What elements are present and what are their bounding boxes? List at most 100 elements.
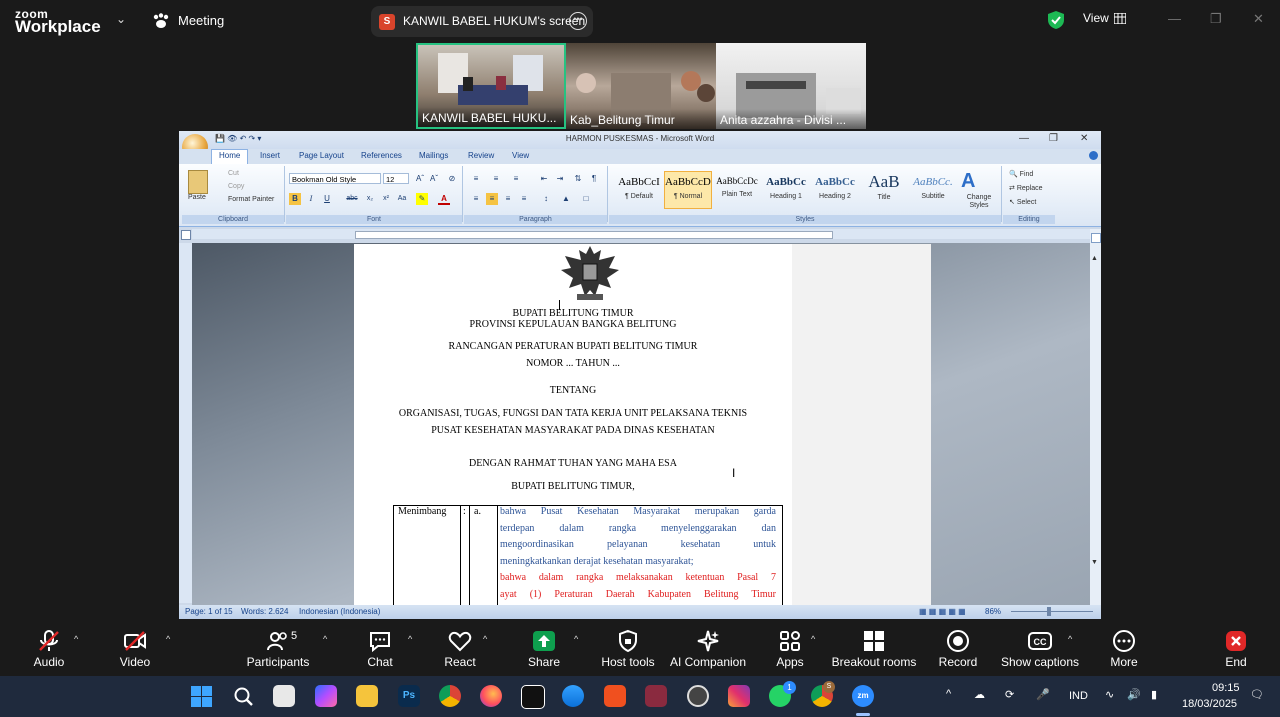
app-icon[interactable] (645, 685, 667, 707)
audio-options-chevron-icon[interactable]: ^ (74, 634, 78, 644)
style-heading-2[interactable]: AaBbCc Heading 2 (811, 171, 859, 209)
input-language[interactable]: IND (1069, 690, 1088, 702)
scroll-up-icon[interactable]: ▲ (1091, 255, 1099, 263)
meeting-menu[interactable]: Meeting (178, 13, 224, 28)
highlight-icon[interactable]: ✎ (416, 193, 428, 205)
apps-options-chevron-icon[interactable]: ^ (811, 634, 815, 644)
microphone-icon[interactable]: 🎤 (1036, 688, 1050, 701)
page-count[interactable]: Page: 1 of 15 (185, 607, 233, 616)
battery-icon[interactable]: ▮ (1151, 688, 1157, 701)
vertical-scrollbar[interactable]: ▲ ▼ (1090, 229, 1101, 605)
share-more-icon[interactable]: ••• (569, 12, 587, 30)
paste-icon[interactable] (188, 170, 208, 194)
style-subtitle[interactable]: AaBbCc. Subtitle (909, 171, 957, 209)
style-normal[interactable]: AaBbCcDc ¶ Normal (664, 171, 712, 209)
tab-selector-icon[interactable] (181, 230, 191, 240)
change-styles-button[interactable]: Change Styles (961, 194, 997, 210)
audio-button[interactable]: Audio (20, 620, 78, 676)
superscript-icon[interactable]: x² (380, 193, 392, 205)
decrease-indent-icon[interactable]: ⇤ (538, 173, 550, 185)
pilcrow-icon[interactable]: ¶ (588, 173, 600, 185)
multilevel-list-icon[interactable]: ≡ (510, 173, 522, 185)
react-button[interactable]: React (432, 620, 488, 676)
ruler-toggle-icon[interactable] (1091, 233, 1101, 243)
numbering-icon[interactable]: ≡ (490, 173, 502, 185)
underline-icon[interactable]: U (321, 193, 333, 205)
style-plain-text[interactable]: AaBbCcDc Plain Text (713, 171, 761, 209)
copilot-app-icon[interactable] (315, 685, 337, 707)
zoom-level[interactable]: 86% (985, 607, 1001, 616)
video-button[interactable]: Video (106, 620, 164, 676)
font-color-icon[interactable]: A (438, 193, 450, 205)
quick-access-toolbar[interactable]: 💾 👁 ↶ ↷ ▾ (215, 134, 261, 143)
record-button[interactable]: Record (930, 620, 986, 676)
ai-companion-button[interactable]: AI Companion (668, 620, 748, 676)
share-options-chevron-icon[interactable]: ^ (574, 634, 578, 644)
word-count[interactable]: Words: 2.624 (241, 607, 288, 616)
increase-indent-icon[interactable]: ⇥ (554, 173, 566, 185)
find-button[interactable]: 🔍 Find (1009, 170, 1033, 178)
brand-menu-chevron-icon[interactable]: ⌄ (116, 12, 126, 26)
bold-icon[interactable]: B (289, 193, 301, 205)
file-explorer-icon[interactable] (356, 685, 378, 707)
view-buttons[interactable]: ▦ ▦ ▦ ▦ ▦ (919, 607, 966, 616)
font-size-combo[interactable]: 12 (383, 173, 409, 184)
windows-start-icon[interactable] (191, 686, 212, 707)
window-restore-icon[interactable]: ❐ (1210, 11, 1222, 27)
format-painter-button[interactable]: Format Painter (228, 196, 274, 203)
font-name-combo[interactable]: Bookman Old Style (289, 173, 381, 184)
tab-mailings[interactable]: Mailings (419, 151, 448, 160)
view-menu[interactable]: View (1083, 11, 1109, 25)
tab-insert[interactable]: Insert (260, 151, 280, 160)
search-icon[interactable] (233, 686, 254, 707)
word-close-icon[interactable]: ✕ (1080, 133, 1088, 144)
notepad-app-icon[interactable] (273, 685, 295, 707)
strikethrough-icon[interactable]: abc (346, 193, 358, 205)
onedrive-icon[interactable]: ☁ (974, 688, 985, 701)
considerations-table[interactable]: Menimbang : a. bahwa Pusat Kesehatan Mas… (393, 505, 783, 606)
zoom-slider-thumb[interactable] (1047, 607, 1051, 616)
participants-options-chevron-icon[interactable]: ^ (323, 634, 327, 644)
photoshop-app-icon[interactable]: Ps (398, 685, 420, 707)
align-center-icon[interactable]: ≡ (486, 193, 498, 205)
captions-options-chevron-icon[interactable]: ^ (1068, 634, 1072, 644)
shrink-font-icon[interactable]: Aˇ (428, 173, 440, 185)
chrome-app-icon[interactable] (439, 685, 461, 707)
tab-view[interactable]: View (512, 151, 529, 160)
replace-button[interactable]: ⇄ Replace (1009, 184, 1043, 192)
grow-font-icon[interactable]: Aˆ (414, 173, 426, 185)
word-maximize-icon[interactable]: ❐ (1049, 133, 1058, 144)
tab-page-layout[interactable]: Page Layout (299, 151, 344, 160)
cut-button[interactable]: Cut (228, 170, 239, 177)
borders-icon[interactable]: □ (580, 193, 592, 205)
window-close-icon[interactable]: ✕ (1253, 11, 1264, 27)
window-minimize-icon[interactable]: — (1168, 11, 1181, 26)
shading-icon[interactable]: ▲ (560, 193, 572, 205)
document-page[interactable]: BUPATI BELITUNG TIMUR PROVINSI KEPULAUAN… (354, 244, 792, 606)
align-left-icon[interactable]: ≡ (470, 193, 482, 205)
edge-app-icon[interactable] (562, 685, 584, 707)
volume-icon[interactable]: 🔊 (1127, 688, 1141, 701)
language-indicator[interactable]: Indonesian (Indonesia) (299, 607, 380, 616)
change-case-icon[interactable]: Aa (396, 193, 408, 205)
apps-button[interactable]: Apps (762, 620, 818, 676)
tab-references[interactable]: References (361, 151, 402, 160)
wifi-icon[interactable]: ∿ (1105, 688, 1114, 701)
participant-thumbnail[interactable]: Anita azzahra - Divisi ... (716, 43, 866, 129)
italic-icon[interactable]: I (305, 193, 317, 205)
style-heading-1[interactable]: AaBbCc Heading 1 (762, 171, 810, 209)
breakout-rooms-button[interactable]: Breakout rooms (830, 620, 918, 676)
screen-share-indicator[interactable]: S KANWIL BABEL HUKUM's screen ••• (371, 6, 593, 37)
scroll-down-icon[interactable]: ▼ (1091, 559, 1099, 567)
line-spacing-icon[interactable]: ↕ (540, 193, 552, 205)
github-desktop-icon[interactable] (687, 685, 709, 707)
copy-button[interactable]: Copy (228, 183, 244, 190)
participant-thumbnail[interactable]: KANWIL BABEL HUKU... (416, 43, 566, 129)
show-captions-button[interactable]: CC Show captions (1000, 620, 1080, 676)
tray-overflow-icon[interactable]: ^ (946, 688, 951, 700)
zoom-slider[interactable] (1011, 611, 1093, 612)
security-shield-icon[interactable] (1047, 10, 1065, 30)
chat-button[interactable]: Chat (352, 620, 408, 676)
more-button[interactable]: More (1096, 620, 1152, 676)
select-button[interactable]: ↖ Select (1009, 198, 1036, 206)
